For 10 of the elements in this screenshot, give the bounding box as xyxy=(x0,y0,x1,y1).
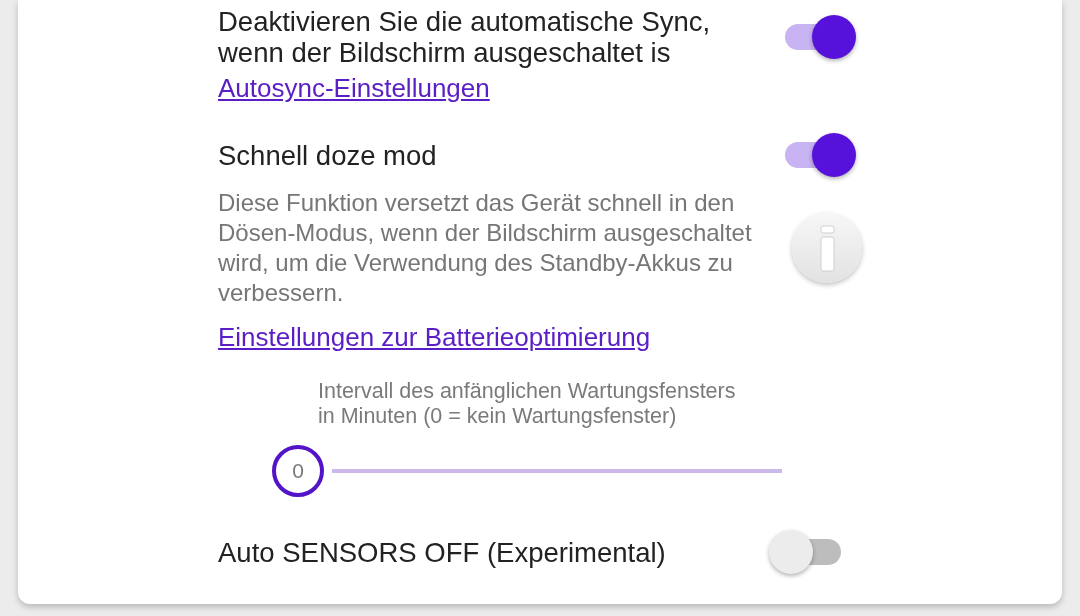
slider-track[interactable]: 0 xyxy=(272,445,782,497)
slider-thumb[interactable]: 0 xyxy=(272,445,324,497)
setting-label: Deaktivieren Sie die automatische Sync, wenn der Bildschirm ausgeschaltet is xyxy=(218,6,712,68)
setting-description: Diese Funktion versetzt das Gerät schnell in den Dösen-Modus, wenn der Bildschirm ausgeschaltet wird, um die Verwendung des Standby-Akkus zu verbessern. xyxy=(218,188,753,308)
slider-label: Intervall des anfänglichen Wartungsfensters in Minuten (0 = kein Wartungsfenster) xyxy=(318,379,737,429)
setting-label: Auto SENSORS OFF (Experimental) xyxy=(218,536,666,568)
info-icon xyxy=(792,213,862,283)
autosync-settings-link[interactable]: Autosync-Einstellungen xyxy=(218,73,490,104)
setting-label: Schnell doze mod xyxy=(218,139,437,171)
battery-optimization-link[interactable]: Einstellungen zur Batterieoptimierung xyxy=(218,322,651,353)
